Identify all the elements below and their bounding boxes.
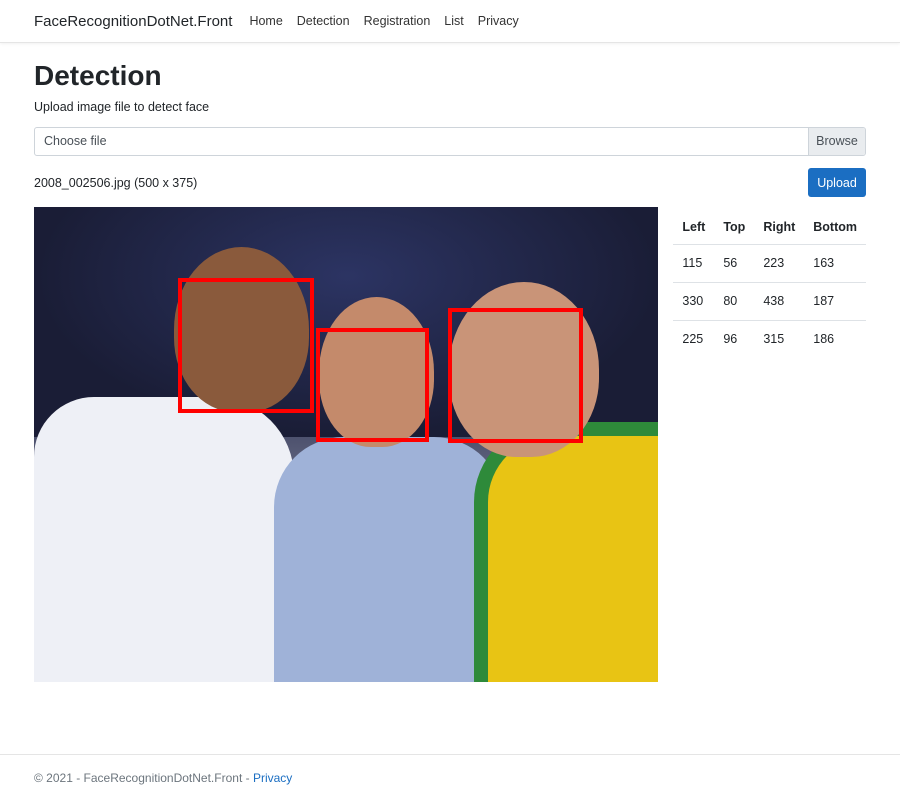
cell-left: 225	[682, 331, 704, 346]
face-box	[447, 307, 584, 444]
file-input[interactable]: Choose file Browse	[34, 126, 866, 156]
face-box	[316, 328, 429, 443]
person-left-shirt	[34, 396, 294, 682]
footer: © 2021 - FaceRecognitionDotNet.Front - P…	[0, 754, 900, 800]
table-row: 330 80 438 187	[673, 282, 866, 321]
cell-top: 96	[723, 331, 738, 346]
cell-top: 56	[714, 244, 755, 283]
cell-left: 115	[673, 244, 715, 283]
page-title: Detection	[34, 60, 162, 91]
person-middle-shirt	[274, 436, 504, 682]
cell-bottom: 186	[813, 331, 835, 346]
nav-link-home[interactable]: Home	[246, 14, 285, 28]
nav-link-detection[interactable]: Detection	[294, 14, 353, 28]
table-row: 115 56 223 163	[673, 244, 866, 283]
nav-link-list[interactable]: List	[441, 14, 466, 28]
nav-link-privacy[interactable]: Privacy	[475, 14, 522, 28]
col-bottom: Bottom	[804, 206, 866, 245]
col-right: Right	[754, 206, 805, 245]
browse-button[interactable]: Browse	[808, 127, 865, 155]
footer-text: © 2021 - FaceRecognitionDotNet.Front -	[34, 771, 253, 785]
table-header-row: Left Top Right Bottom	[673, 206, 866, 245]
cell-right: 223	[754, 244, 805, 283]
navbar: FaceRecognitionDotNet.Front Home Detecti…	[0, 0, 900, 43]
detection-image	[34, 206, 659, 682]
table-row: 225 96 315 186	[673, 320, 866, 358]
col-top: Top	[714, 206, 755, 245]
main-content: Detection Upload image file to detect fa…	[0, 59, 900, 682]
brand-link[interactable]: FaceRecognitionDotNet.Front	[34, 13, 232, 30]
cell-right: 438	[754, 282, 805, 321]
face-box	[178, 277, 314, 414]
person-right-shirt	[474, 421, 659, 682]
page-subtitle: Upload image file to detect face	[34, 99, 210, 114]
file-row: 2008_002506.jpg (500 x 375) Upload	[34, 168, 866, 198]
face-location-table: Left Top Right Bottom 115 56 223 163 330…	[673, 206, 866, 358]
cell-right: 315	[763, 331, 785, 346]
nav-link-registration[interactable]: Registration	[361, 14, 434, 28]
cell-bottom: 163	[804, 244, 866, 283]
col-left: Left	[673, 206, 715, 245]
cell-top: 80	[714, 282, 755, 321]
upload-button[interactable]: Upload	[808, 168, 866, 198]
cell-left: 330	[673, 282, 715, 321]
cell-bottom: 187	[804, 282, 866, 321]
footer-privacy-link[interactable]: Privacy	[253, 771, 292, 785]
file-info: 2008_002506.jpg (500 x 375)	[34, 175, 198, 190]
result-row: Left Top Right Bottom 115 56 223 163 330…	[34, 206, 866, 682]
file-input-label[interactable]: Choose file	[35, 128, 808, 155]
